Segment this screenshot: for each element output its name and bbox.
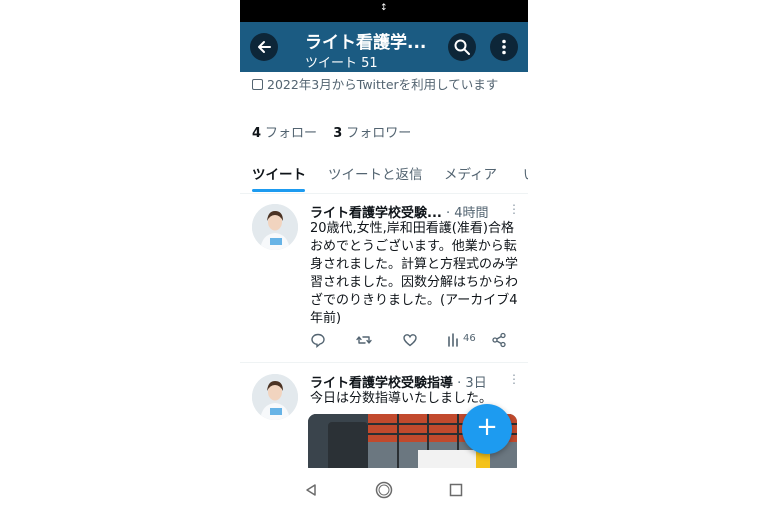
views-button[interactable]: 46 (447, 332, 476, 352)
join-date: 2022年3月からTwitterを利用しています (252, 76, 520, 93)
arrow-left-icon (258, 41, 271, 53)
back-button[interactable] (250, 33, 278, 61)
tweet-text: 20歳代,女性,岸和田看護(准看)合格おめでとうございます。他業から転身されまし… (310, 221, 519, 326)
retweet-icon (356, 336, 372, 344)
tweet-header: ライト看護学校受験指導 · 3日 (310, 372, 487, 391)
nav-back-icon[interactable] (304, 483, 318, 497)
author-name[interactable]: ライト看護学校受験指導 (310, 376, 453, 391)
tweet-item[interactable]: ライト看護学校受験... · 4時間 ⋮ 20歳代,女性,岸和田看護(准看)合格… (240, 194, 528, 362)
retweet-button[interactable] (356, 332, 372, 352)
tweet-menu-icon[interactable]: ⋮ (508, 372, 520, 386)
nav-home-icon[interactable] (375, 481, 393, 499)
compose-tweet-button[interactable]: + (462, 404, 512, 454)
reply-button[interactable] (310, 332, 326, 352)
more-vertical-icon (502, 39, 506, 55)
plus-icon: + (476, 412, 498, 442)
calendar-icon (252, 79, 263, 90)
nav-recents-icon[interactable] (449, 483, 463, 497)
author-name[interactable]: ライト看護学校受験... (310, 206, 442, 221)
analytics-icon (448, 333, 458, 347)
tab-media[interactable]: メディア (444, 163, 497, 183)
page-title: ライト看護学... (305, 33, 427, 53)
followers-count: 3 (333, 126, 343, 141)
tweet-menu-icon[interactable]: ⋮ (508, 202, 520, 216)
status-bar: ↕ (240, 0, 528, 22)
app-bar: ライト看護学... ツイート 51 (240, 22, 528, 72)
views-count: 46 (463, 333, 476, 344)
android-nav-bar (240, 468, 528, 512)
drag-handle-icon: ↕ (380, 3, 388, 13)
share-button[interactable] (491, 332, 507, 352)
tab-tweets[interactable]: ツイート (252, 163, 306, 183)
join-date-text: 2022年3月からTwitterを利用しています (267, 77, 499, 92)
like-button[interactable] (402, 332, 418, 352)
heart-icon (403, 334, 417, 347)
tweet-actions: 46 (310, 332, 515, 348)
tweet-count: ツイート 51 (305, 56, 378, 71)
tweet-time[interactable]: · 3日 (457, 376, 487, 391)
followers-label: フォロワー (346, 126, 412, 141)
following-link[interactable]: 4 フォロー (252, 126, 317, 141)
tweet-time[interactable]: · 4時間 (446, 206, 489, 221)
active-tab-indicator (252, 189, 305, 192)
more-options-button[interactable] (490, 33, 518, 61)
following-label: フォロー (265, 126, 318, 141)
nurse-avatar-image (252, 204, 298, 250)
reply-icon (311, 333, 325, 348)
nurse-avatar-image (252, 374, 298, 420)
tab-likes[interactable]: い (523, 163, 528, 183)
share-icon (492, 332, 506, 348)
avatar[interactable] (252, 374, 298, 420)
avatar[interactable] (252, 204, 298, 250)
search-button[interactable] (448, 33, 476, 61)
search-icon (454, 39, 470, 55)
followers-link[interactable]: 3 フォロワー (333, 126, 411, 141)
profile-tabs: ツイート ツイートと返信 メディア い (240, 160, 528, 192)
follow-stats: 4 フォロー 3 フォロワー (252, 122, 411, 141)
tweet-header: ライト看護学校受験... · 4時間 (310, 202, 489, 221)
phone-screen: ↕ ライト看護学... ツイート 51 2022年3月からTwitterを利用し… (240, 0, 528, 512)
tab-tweets-replies[interactable]: ツイートと返信 (328, 163, 423, 183)
following-count: 4 (252, 126, 262, 141)
tweet-divider (240, 362, 528, 363)
